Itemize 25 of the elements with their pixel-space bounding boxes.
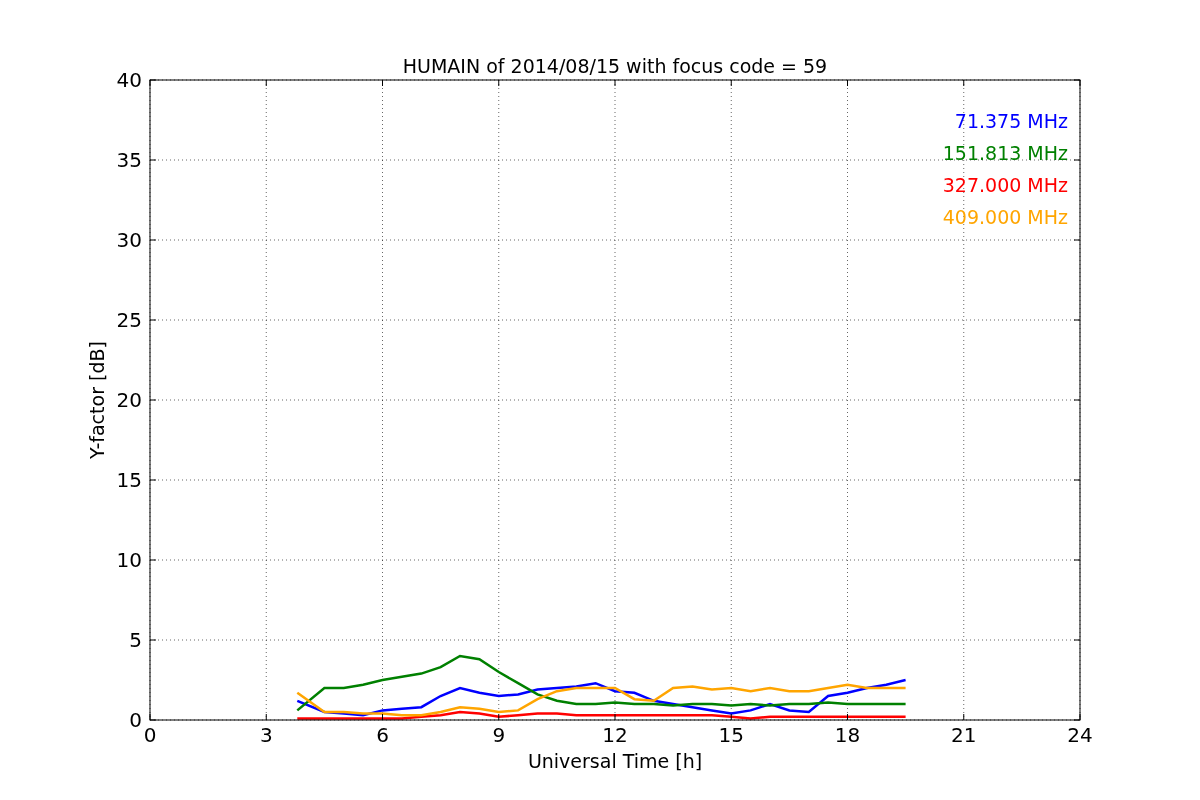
x-tick-label: 3: [259, 723, 273, 747]
y-tick-label: 35: [116, 148, 142, 172]
x-tick-label: 6: [376, 723, 389, 747]
chart-title: HUMAIN of 2014/08/15 with focus code = 59: [402, 55, 828, 77]
x-tick-label: 12: [602, 723, 628, 747]
x-tick-label: 18: [834, 723, 861, 747]
legend-label: 71.375 MHz: [954, 110, 1068, 132]
x-axis-label: Universal Time [h]: [527, 750, 703, 772]
x-tick-label: 0: [143, 723, 157, 747]
y-tick-label: 20: [116, 388, 142, 412]
x-tick-label: 24: [1067, 723, 1093, 747]
x-tick-label: 21: [951, 723, 977, 747]
y-axis-label: Y-factor [dB]: [86, 341, 108, 459]
x-tick-label: 15: [718, 723, 744, 747]
x-tick-label: 9: [492, 723, 506, 747]
y-tick-label: 25: [116, 308, 142, 332]
y-tick-label: 10: [116, 548, 142, 572]
y-tick-label: 30: [116, 228, 142, 252]
y-tick-label: 40: [116, 68, 142, 92]
y-tick-label: 15: [116, 468, 142, 492]
y-tick-label: 5: [129, 628, 142, 652]
y-tick-label: 0: [129, 708, 142, 732]
legend-label: 151.813 MHz: [942, 142, 1068, 164]
legend-label: 409.000 MHz: [942, 206, 1068, 228]
legend-label: 327.000 MHz: [942, 174, 1068, 196]
